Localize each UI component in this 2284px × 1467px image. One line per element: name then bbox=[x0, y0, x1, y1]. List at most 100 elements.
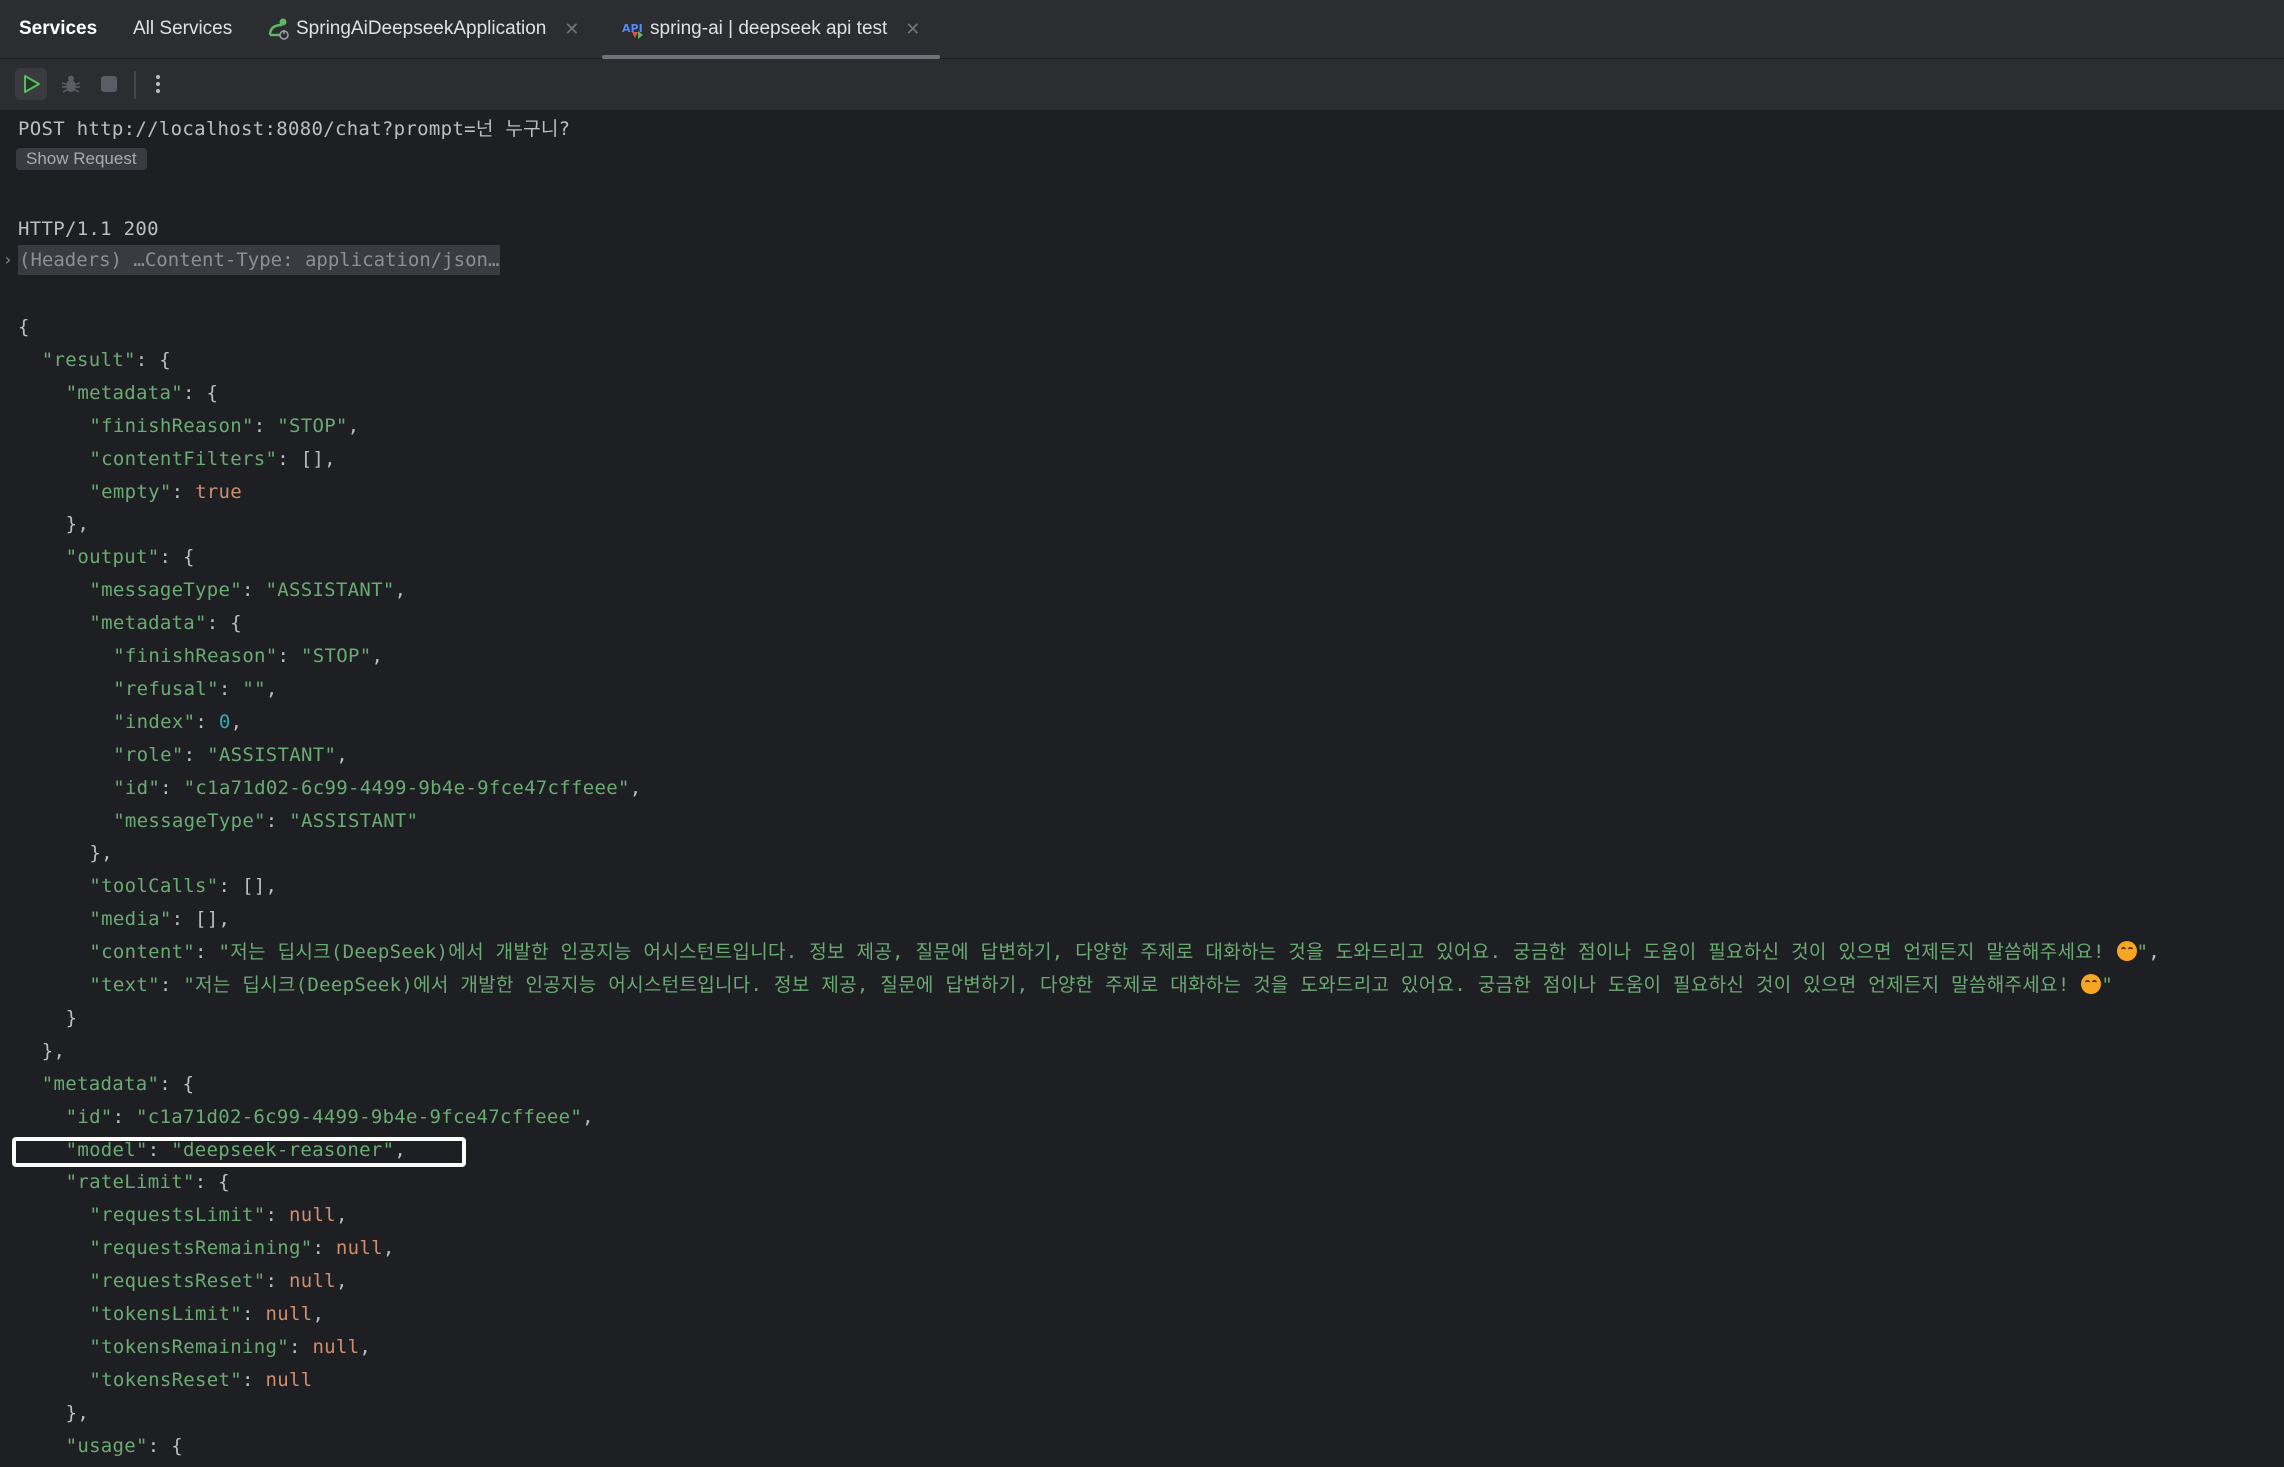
json-punctuation: , bbox=[312, 1303, 325, 1325]
json-keyword: null bbox=[265, 1368, 313, 1391]
tab-label: All Services bbox=[133, 18, 233, 39]
json-key: "media" bbox=[89, 908, 172, 931]
json-key: "requestsRemaining" bbox=[89, 1237, 313, 1260]
tab-label: Services bbox=[19, 18, 98, 39]
json-line: "usage": { bbox=[66, 1431, 183, 1461]
close-tab-icon[interactable]: ✕ bbox=[905, 19, 920, 40]
json-key: "rateLimit" bbox=[65, 1171, 195, 1194]
json-line: "empty": true bbox=[89, 477, 242, 507]
json-key: "metadata" bbox=[65, 381, 183, 404]
debug-button[interactable] bbox=[55, 68, 87, 100]
json-punctuation: } bbox=[65, 1006, 78, 1029]
json-string: "저는 딥시크(DeepSeek)에서 개발한 인공지능 어시스턴트입니다. 정… bbox=[218, 941, 2117, 964]
tab-all-services[interactable]: All Services bbox=[133, 0, 232, 58]
more-button[interactable] bbox=[142, 68, 174, 100]
tab-services[interactable]: Services bbox=[19, 0, 97, 58]
json-line: "media": [], bbox=[89, 904, 230, 934]
json-line: "contentFilters": [], bbox=[89, 444, 336, 474]
chevron-right-icon[interactable]: › bbox=[3, 245, 13, 275]
json-key: "contentFilters" bbox=[89, 447, 278, 470]
json-key: "result" bbox=[41, 348, 136, 371]
http-api-icon: API bbox=[622, 18, 644, 40]
json-line: "metadata": { bbox=[89, 608, 242, 638]
collapsed-headers[interactable]: (Headers) …Content-Type: application/jso… bbox=[18, 245, 501, 275]
json-string: "STOP" bbox=[277, 414, 348, 437]
show-request-button[interactable]: Show Request bbox=[16, 148, 147, 170]
json-punctuation: : [], bbox=[171, 908, 231, 931]
run-button[interactable] bbox=[15, 68, 47, 100]
json-key: "content" bbox=[89, 941, 196, 964]
json-line: "metadata": { bbox=[42, 1069, 195, 1099]
json-key: "id" bbox=[65, 1105, 113, 1128]
json-punctuation: : { bbox=[206, 612, 242, 635]
json-punctuation: , bbox=[230, 710, 243, 733]
json-line: "messageType": "ASSISTANT", bbox=[89, 575, 406, 605]
tab-label: spring-ai | deepseek api test bbox=[650, 18, 888, 39]
json-punctuation: : bbox=[277, 645, 302, 667]
json-string: " bbox=[2136, 941, 2149, 964]
json-punctuation: : bbox=[265, 1204, 289, 1227]
json-keyword: true bbox=[195, 480, 243, 503]
json-line: "output": { bbox=[66, 542, 195, 572]
stop-button[interactable] bbox=[93, 68, 125, 100]
close-tab-icon[interactable]: ✕ bbox=[564, 19, 579, 40]
highlight-annotation-box bbox=[12, 1137, 466, 1167]
json-line: { bbox=[18, 312, 30, 342]
json-punctuation: }, bbox=[65, 1401, 90, 1424]
stop-icon bbox=[101, 76, 117, 92]
json-punctuation: : { bbox=[194, 1171, 230, 1194]
json-keyword: null bbox=[335, 1237, 383, 1260]
json-punctuation: : bbox=[242, 1368, 266, 1391]
json-punctuation: , bbox=[629, 776, 642, 799]
json-string: "ASSISTANT" bbox=[289, 809, 419, 832]
json-keyword: null bbox=[265, 1303, 313, 1325]
json-key: "tokensLimit" bbox=[89, 1303, 242, 1325]
json-key: "refusal" bbox=[113, 677, 219, 700]
json-key: "requestsLimit" bbox=[89, 1204, 266, 1227]
json-line: "text": "저는 딥시크(DeepSeek)에서 개발한 인공지능 어시스… bbox=[89, 970, 2113, 1000]
tab-spring-ai-deepseek-application[interactable]: SpringAiDeepseekApplication ✕ bbox=[266, 0, 579, 58]
json-punctuation: : bbox=[195, 941, 219, 964]
play-icon bbox=[24, 75, 40, 93]
json-line: "content": "저는 딥시크(DeepSeek)에서 개발한 인공지능 … bbox=[89, 937, 2160, 967]
json-key: "requestsReset" bbox=[89, 1270, 266, 1293]
json-punctuation: , bbox=[359, 1335, 372, 1358]
json-line: "finishReason": "STOP", bbox=[89, 411, 359, 441]
json-key: "role" bbox=[113, 743, 184, 766]
json-line: "requestsLimit": null, bbox=[89, 1200, 347, 1230]
json-punctuation: , bbox=[335, 1270, 348, 1293]
smiling-face-emoji-icon bbox=[2081, 974, 2102, 994]
json-punctuation: }, bbox=[41, 1039, 66, 1062]
json-punctuation: : { bbox=[159, 546, 195, 569]
spring-boot-app-icon bbox=[266, 17, 290, 41]
json-line: "requestsRemaining": null, bbox=[89, 1233, 394, 1263]
json-punctuation: : { bbox=[182, 381, 219, 404]
json-punctuation: { bbox=[18, 316, 30, 338]
tab-deepseek-api-test[interactable]: API spring-ai | deepseek api test ✕ bbox=[622, 0, 920, 58]
json-key: "messageType" bbox=[113, 809, 266, 832]
json-number: 0 bbox=[218, 710, 231, 733]
json-punctuation: : bbox=[253, 414, 278, 437]
json-punctuation: : { bbox=[147, 1434, 183, 1457]
json-punctuation: }, bbox=[89, 842, 113, 865]
json-key: "metadata" bbox=[41, 1072, 160, 1095]
json-line: "tokensLimit": null, bbox=[89, 1299, 324, 1329]
services-tab-bar: Services All Services SpringAiDeepseekAp… bbox=[0, 0, 2284, 59]
json-key: "toolCalls" bbox=[89, 875, 219, 898]
json-punctuation: : [], bbox=[277, 447, 336, 470]
json-punctuation: }, bbox=[65, 513, 90, 536]
json-punctuation: , bbox=[336, 743, 348, 766]
json-key: "output" bbox=[65, 546, 160, 569]
json-punctuation: : bbox=[112, 1105, 137, 1128]
json-string: "" bbox=[242, 677, 266, 700]
json-line: "id": "c1a71d02-6c99-4499-9b4e-9fce47cff… bbox=[113, 773, 641, 803]
json-key: "finishReason" bbox=[89, 414, 254, 437]
json-punctuation: , bbox=[382, 1237, 395, 1260]
json-punctuation: : bbox=[312, 1237, 336, 1260]
json-punctuation: : bbox=[242, 1303, 266, 1325]
json-line: "messageType": "ASSISTANT" bbox=[113, 806, 418, 836]
tab-label: SpringAiDeepseekApplication bbox=[296, 18, 547, 39]
json-key: "usage" bbox=[65, 1434, 148, 1457]
bug-icon bbox=[61, 75, 81, 93]
json-punctuation: : { bbox=[159, 1072, 195, 1095]
